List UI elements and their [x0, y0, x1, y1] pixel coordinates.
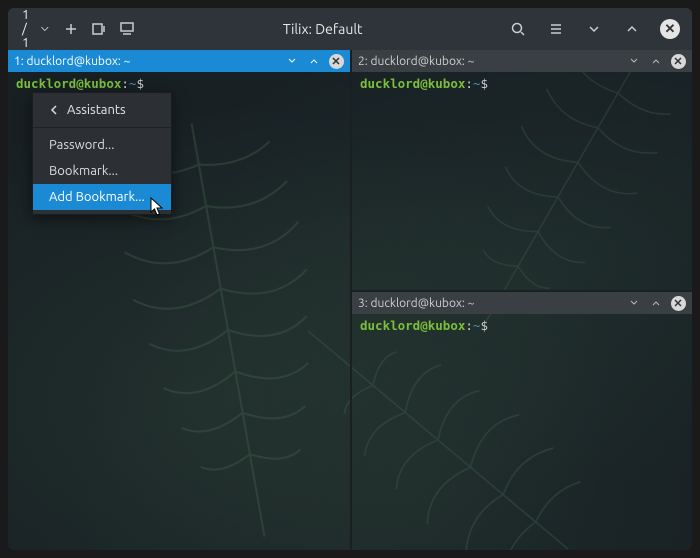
terminal-body[interactable]: ducklord@kubox:~$ — [352, 72, 692, 290]
pane-header-3[interactable]: 3: ducklord@kubox: ~ ✕ — [352, 292, 692, 314]
pane-divider-vertical[interactable] — [350, 50, 352, 550]
pane-close-button[interactable]: ✕ — [670, 53, 686, 69]
pane-maximize-button[interactable] — [306, 53, 322, 69]
split-right-icon — [91, 21, 107, 37]
pane-close-button[interactable]: ✕ — [328, 53, 344, 69]
chevron-up-icon — [650, 297, 662, 309]
chevron-up-icon — [624, 21, 640, 37]
close-icon: ✕ — [671, 54, 686, 69]
menu-icon — [548, 21, 564, 37]
pane-header-1[interactable]: 1: ducklord@kubox: ~ ✕ — [8, 50, 350, 72]
close-icon: ✕ — [671, 296, 686, 311]
chevron-up-icon — [650, 55, 662, 67]
menu-item-label: Bookmark... — [49, 164, 118, 178]
chevron-down-icon — [586, 21, 602, 37]
session-counter-text: 1 / 1 — [22, 8, 34, 50]
hamburger-menu-button[interactable] — [542, 15, 570, 43]
pane-title: 3: ducklord@kubox: ~ — [358, 297, 620, 310]
chevron-up-icon — [308, 55, 320, 67]
pane-close-button[interactable]: ✕ — [670, 295, 686, 311]
menu-separator — [33, 127, 171, 128]
prompt-line: ducklord@kubox:~$ — [360, 318, 488, 333]
pane-menu-button[interactable] — [284, 53, 300, 69]
prompt-user: ducklord — [360, 76, 420, 91]
titlebar-right: ✕ — [504, 15, 684, 43]
titlebar: 1 / 1 Tilix: Default — [8, 8, 692, 50]
terminal-body[interactable]: ducklord@kubox:~$ — [352, 314, 692, 550]
minimize-button[interactable] — [580, 15, 608, 43]
cursor-icon — [150, 197, 166, 219]
prompt-host: kubox — [428, 318, 466, 333]
pane-menu-button[interactable] — [626, 53, 642, 69]
session-counter[interactable]: 1 / 1 — [16, 8, 57, 50]
prompt-line: ducklord@kubox:~$ — [16, 76, 144, 91]
menu-header-label: Assistants — [67, 103, 126, 117]
pane-title: 2: ducklord@kubox: ~ — [358, 55, 620, 68]
split-right-button[interactable] — [85, 15, 113, 43]
prompt-symbol: $ — [480, 318, 488, 333]
menu-item-label: Password... — [49, 138, 114, 152]
pane-maximize-button[interactable] — [648, 295, 664, 311]
prompt-host: kubox — [428, 76, 466, 91]
pane-header-2[interactable]: 2: ducklord@kubox: ~ ✕ — [352, 50, 692, 72]
chevron-down-icon — [38, 22, 52, 36]
menu-item-password[interactable]: Password... — [33, 132, 171, 158]
maximize-button[interactable] — [618, 15, 646, 43]
prompt-user: ducklord — [16, 76, 76, 91]
panes-container: 1: ducklord@kubox: ~ ✕ ducklord@kubox:~$ — [8, 50, 692, 550]
menu-back-header[interactable]: Assistants — [33, 97, 171, 123]
window-title: Tilix: Default — [145, 21, 500, 37]
chevron-down-icon — [628, 297, 640, 309]
pane-maximize-button[interactable] — [648, 53, 664, 69]
chevron-left-icon — [49, 105, 59, 115]
chevron-down-icon — [286, 55, 298, 67]
menu-item-label: Add Bookmark... — [49, 190, 145, 204]
terminal-pane-3[interactable]: 3: ducklord@kubox: ~ ✕ ducklord@kubox:~$ — [352, 292, 692, 550]
close-window-button[interactable]: ✕ — [656, 15, 684, 43]
pane-title: 1: ducklord@kubox: ~ — [14, 55, 278, 68]
plus-icon — [63, 21, 79, 37]
new-session-button[interactable] — [57, 15, 85, 43]
app-window: 1 / 1 Tilix: Default — [8, 8, 692, 550]
menu-item-bookmark[interactable]: Bookmark... — [33, 158, 171, 184]
split-down-button[interactable] — [113, 15, 141, 43]
chevron-down-icon — [628, 55, 640, 67]
prompt-user: ducklord — [360, 318, 420, 333]
close-icon: ✕ — [329, 54, 344, 69]
search-icon — [510, 21, 526, 37]
search-button[interactable] — [504, 15, 532, 43]
split-down-icon — [119, 21, 135, 37]
prompt-symbol: $ — [480, 76, 488, 91]
titlebar-left: 1 / 1 — [16, 8, 141, 50]
pane-menu-button[interactable] — [626, 295, 642, 311]
terminal-pane-2[interactable]: 2: ducklord@kubox: ~ ✕ ducklord@kubox:~$ — [352, 50, 692, 290]
prompt-host: kubox — [84, 76, 122, 91]
prompt-line: ducklord@kubox:~$ — [360, 76, 488, 91]
close-icon: ✕ — [660, 19, 680, 39]
pane-divider-horizontal[interactable] — [352, 290, 692, 292]
prompt-symbol: $ — [136, 76, 144, 91]
